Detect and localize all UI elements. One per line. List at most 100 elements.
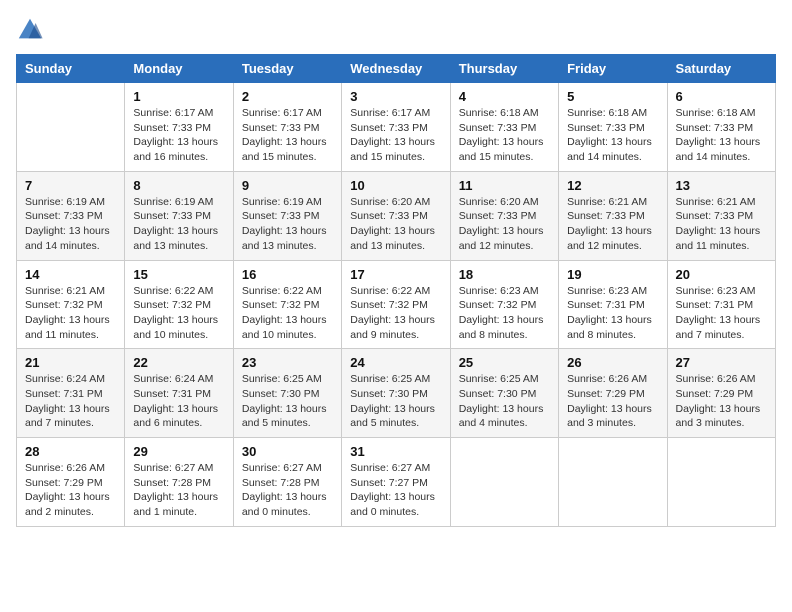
day-info: Sunrise: 6:18 AM Sunset: 7:33 PM Dayligh…	[676, 106, 767, 165]
day-number: 4	[459, 89, 550, 104]
day-number: 18	[459, 267, 550, 282]
day-info: Sunrise: 6:25 AM Sunset: 7:30 PM Dayligh…	[350, 372, 441, 431]
calendar-cell: 26 Sunrise: 6:26 AM Sunset: 7:29 PM Dayli…	[559, 349, 667, 438]
day-number: 2	[242, 89, 333, 104]
day-number: 7	[25, 178, 116, 193]
day-number: 20	[676, 267, 767, 282]
calendar-cell: 29Sunrise: 6:27 AM Sunset: 7:28 PM Dayli…	[125, 438, 233, 527]
calendar-cell: 30Sunrise: 6:27 AM Sunset: 7:28 PM Dayli…	[233, 438, 341, 527]
calendar-cell: 27 Sunrise: 6:26 AM Sunset: 7:29 PM Dayli…	[667, 349, 775, 438]
calendar-cell	[559, 438, 667, 527]
day-info: Sunrise: 6:20 AM Sunset: 7:33 PM Dayligh…	[350, 195, 441, 254]
day-info: Sunrise: 6:19 AM Sunset: 7:33 PM Dayligh…	[25, 195, 116, 254]
header-cell-saturday: Saturday	[667, 55, 775, 83]
calendar-cell: 15 Sunrise: 6:22 AM Sunset: 7:32 PM Dayli…	[125, 260, 233, 349]
day-number: 9	[242, 178, 333, 193]
day-number: 15	[133, 267, 224, 282]
calendar-cell: 19 Sunrise: 6:23 AM Sunset: 7:31 PM Dayli…	[559, 260, 667, 349]
day-info: Sunrise: 6:17 AM Sunset: 7:33 PM Dayligh…	[350, 106, 441, 165]
header-cell-tuesday: Tuesday	[233, 55, 341, 83]
day-number: 28	[25, 444, 116, 459]
day-info: Sunrise: 6:19 AM Sunset: 7:33 PM Dayligh…	[242, 195, 333, 254]
calendar-cell: 18 Sunrise: 6:23 AM Sunset: 7:32 PM Dayli…	[450, 260, 558, 349]
calendar-cell: 5 Sunrise: 6:18 AM Sunset: 7:33 PM Daylig…	[559, 83, 667, 172]
day-info: Sunrise: 6:18 AM Sunset: 7:33 PM Dayligh…	[567, 106, 658, 165]
calendar-cell: 31Sunrise: 6:27 AM Sunset: 7:27 PM Dayli…	[342, 438, 450, 527]
day-number: 8	[133, 178, 224, 193]
calendar-cell: 11 Sunrise: 6:20 AM Sunset: 7:33 PM Dayli…	[450, 171, 558, 260]
page-header	[16, 16, 776, 44]
day-info: Sunrise: 6:22 AM Sunset: 7:32 PM Dayligh…	[350, 284, 441, 343]
day-number: 24	[350, 355, 441, 370]
calendar-cell: 4Sunrise: 6:18 AM Sunset: 7:33 PM Daylig…	[450, 83, 558, 172]
day-info: Sunrise: 6:22 AM Sunset: 7:32 PM Dayligh…	[242, 284, 333, 343]
day-number: 22	[133, 355, 224, 370]
day-info: Sunrise: 6:19 AM Sunset: 7:33 PM Dayligh…	[133, 195, 224, 254]
day-info: Sunrise: 6:24 AM Sunset: 7:31 PM Dayligh…	[25, 372, 116, 431]
calendar-cell	[667, 438, 775, 527]
day-number: 23	[242, 355, 333, 370]
day-number: 21	[25, 355, 116, 370]
calendar-cell: 10Sunrise: 6:20 AM Sunset: 7:33 PM Dayli…	[342, 171, 450, 260]
week-row-0: 1Sunrise: 6:17 AM Sunset: 7:33 PM Daylig…	[17, 83, 776, 172]
logo-icon	[16, 16, 44, 44]
day-info: Sunrise: 6:26 AM Sunset: 7:29 PM Dayligh…	[676, 372, 767, 431]
calendar-cell: 6 Sunrise: 6:18 AM Sunset: 7:33 PM Daylig…	[667, 83, 775, 172]
week-row-2: 14Sunrise: 6:21 AM Sunset: 7:32 PM Dayli…	[17, 260, 776, 349]
calendar-cell: 12 Sunrise: 6:21 AM Sunset: 7:33 PM Dayli…	[559, 171, 667, 260]
calendar-table: SundayMondayTuesdayWednesdayThursdayFrid…	[16, 54, 776, 527]
day-number: 3	[350, 89, 441, 104]
day-info: Sunrise: 6:26 AM Sunset: 7:29 PM Dayligh…	[25, 461, 116, 520]
calendar-cell: 25 Sunrise: 6:25 AM Sunset: 7:30 PM Dayli…	[450, 349, 558, 438]
day-number: 6	[676, 89, 767, 104]
day-number: 30	[242, 444, 333, 459]
header-cell-friday: Friday	[559, 55, 667, 83]
day-info: Sunrise: 6:22 AM Sunset: 7:32 PM Dayligh…	[133, 284, 224, 343]
day-number: 13	[676, 178, 767, 193]
calendar-cell: 8 Sunrise: 6:19 AM Sunset: 7:33 PM Daylig…	[125, 171, 233, 260]
day-info: Sunrise: 6:24 AM Sunset: 7:31 PM Dayligh…	[133, 372, 224, 431]
calendar-body: 1Sunrise: 6:17 AM Sunset: 7:33 PM Daylig…	[17, 83, 776, 527]
day-info: Sunrise: 6:23 AM Sunset: 7:32 PM Dayligh…	[459, 284, 550, 343]
calendar-cell: 24 Sunrise: 6:25 AM Sunset: 7:30 PM Dayli…	[342, 349, 450, 438]
calendar-header: SundayMondayTuesdayWednesdayThursdayFrid…	[17, 55, 776, 83]
day-info: Sunrise: 6:25 AM Sunset: 7:30 PM Dayligh…	[459, 372, 550, 431]
calendar-cell: 14Sunrise: 6:21 AM Sunset: 7:32 PM Dayli…	[17, 260, 125, 349]
day-number: 27	[676, 355, 767, 370]
day-info: Sunrise: 6:23 AM Sunset: 7:31 PM Dayligh…	[676, 284, 767, 343]
day-info: Sunrise: 6:27 AM Sunset: 7:27 PM Dayligh…	[350, 461, 441, 520]
calendar-cell: 20 Sunrise: 6:23 AM Sunset: 7:31 PM Dayli…	[667, 260, 775, 349]
calendar-cell	[450, 438, 558, 527]
day-info: Sunrise: 6:20 AM Sunset: 7:33 PM Dayligh…	[459, 195, 550, 254]
calendar-cell: 17 Sunrise: 6:22 AM Sunset: 7:32 PM Dayli…	[342, 260, 450, 349]
header-cell-sunday: Sunday	[17, 55, 125, 83]
header-cell-monday: Monday	[125, 55, 233, 83]
calendar-cell: 21 Sunrise: 6:24 AM Sunset: 7:31 PM Dayli…	[17, 349, 125, 438]
day-number: 11	[459, 178, 550, 193]
day-number: 19	[567, 267, 658, 282]
day-number: 5	[567, 89, 658, 104]
calendar-cell: 2 Sunrise: 6:17 AM Sunset: 7:33 PM Daylig…	[233, 83, 341, 172]
day-info: Sunrise: 6:21 AM Sunset: 7:32 PM Dayligh…	[25, 284, 116, 343]
calendar-cell	[17, 83, 125, 172]
week-row-1: 7 Sunrise: 6:19 AM Sunset: 7:33 PM Daylig…	[17, 171, 776, 260]
calendar-cell: 28 Sunrise: 6:26 AM Sunset: 7:29 PM Dayli…	[17, 438, 125, 527]
week-row-4: 28 Sunrise: 6:26 AM Sunset: 7:29 PM Dayli…	[17, 438, 776, 527]
day-info: Sunrise: 6:21 AM Sunset: 7:33 PM Dayligh…	[676, 195, 767, 254]
day-number: 17	[350, 267, 441, 282]
calendar-cell: 13 Sunrise: 6:21 AM Sunset: 7:33 PM Dayli…	[667, 171, 775, 260]
week-row-3: 21 Sunrise: 6:24 AM Sunset: 7:31 PM Dayli…	[17, 349, 776, 438]
day-info: Sunrise: 6:26 AM Sunset: 7:29 PM Dayligh…	[567, 372, 658, 431]
day-number: 25	[459, 355, 550, 370]
header-cell-wednesday: Wednesday	[342, 55, 450, 83]
day-info: Sunrise: 6:27 AM Sunset: 7:28 PM Dayligh…	[133, 461, 224, 520]
calendar-cell: 3 Sunrise: 6:17 AM Sunset: 7:33 PM Daylig…	[342, 83, 450, 172]
day-number: 26	[567, 355, 658, 370]
calendar-cell: 1Sunrise: 6:17 AM Sunset: 7:33 PM Daylig…	[125, 83, 233, 172]
calendar-cell: 7 Sunrise: 6:19 AM Sunset: 7:33 PM Daylig…	[17, 171, 125, 260]
day-info: Sunrise: 6:21 AM Sunset: 7:33 PM Dayligh…	[567, 195, 658, 254]
day-info: Sunrise: 6:25 AM Sunset: 7:30 PM Dayligh…	[242, 372, 333, 431]
day-info: Sunrise: 6:17 AM Sunset: 7:33 PM Dayligh…	[242, 106, 333, 165]
day-number: 12	[567, 178, 658, 193]
day-info: Sunrise: 6:23 AM Sunset: 7:31 PM Dayligh…	[567, 284, 658, 343]
